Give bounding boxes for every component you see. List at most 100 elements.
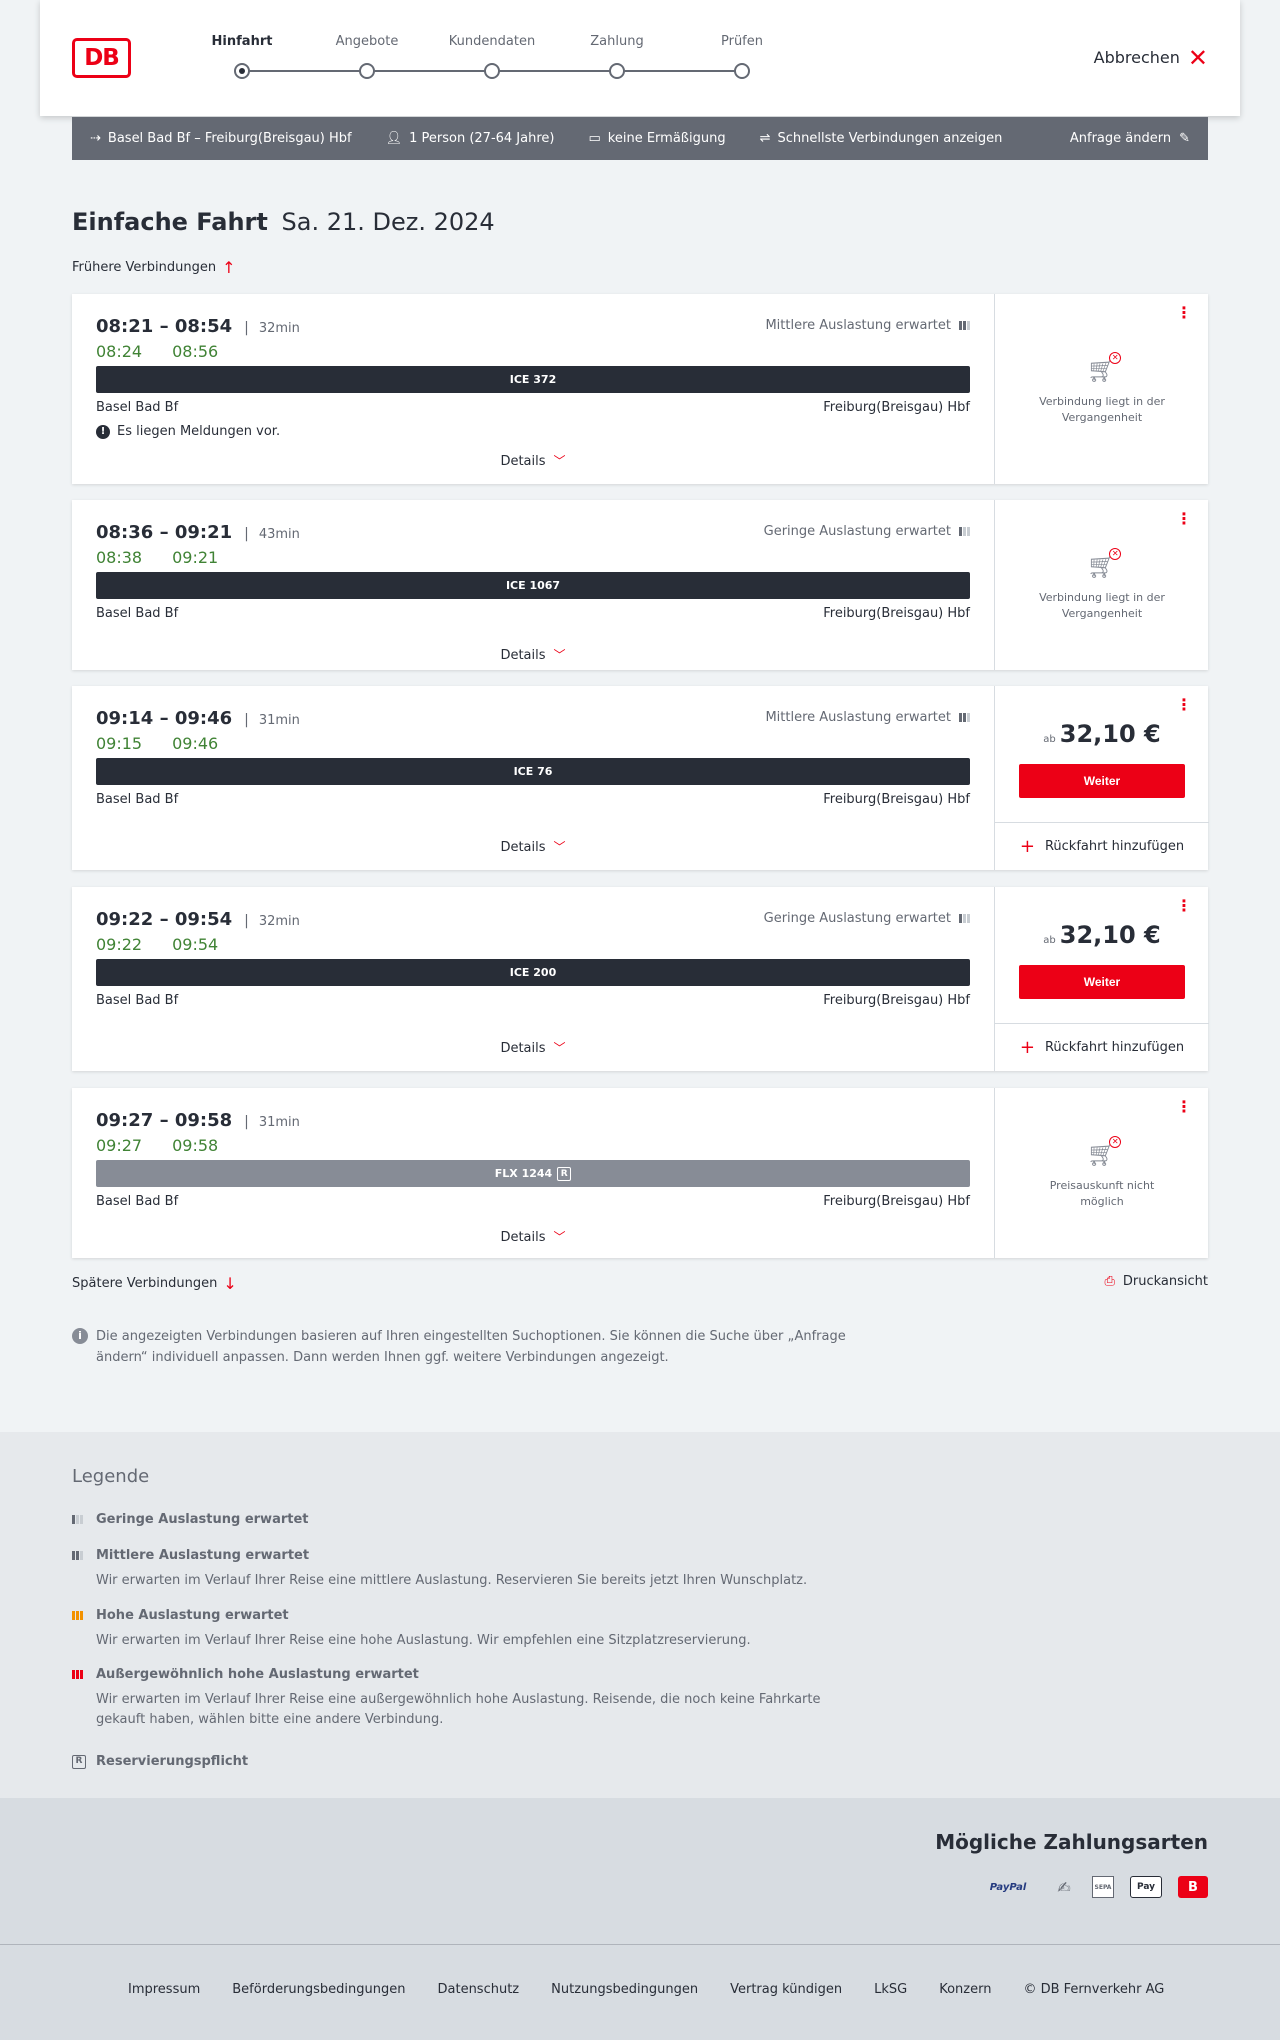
planned-times: 09:27 – 09:58 [96, 1110, 233, 1131]
db-bonus-pay-icon: B [1178, 1876, 1208, 1898]
later-connections-link[interactable]: Spätere Verbindungen ↓ [72, 1274, 237, 1293]
footer-link-vertrag-kuendigen[interactable]: Vertrag kündigen [730, 1982, 842, 1997]
sliders-icon: ⇌ [759, 131, 771, 146]
train-bar[interactable]: ICE 1067 [96, 572, 970, 599]
legend-item-title: Mittlere Auslastung erwartet [96, 1548, 310, 1563]
page-title: Einfache Fahrt Sa. 21. Dez. 2024 [72, 208, 495, 236]
details-label: Details [500, 1230, 546, 1245]
db-logo[interactable]: DB [72, 38, 131, 78]
more-options-icon[interactable]: ⋮ [1176, 511, 1192, 527]
train-bar[interactable]: ICE 76 [96, 758, 970, 785]
separator: | [244, 1114, 249, 1130]
add-return-button[interactable]: + Rückfahrt hinzufügen [995, 1023, 1209, 1071]
arrival-station: Freiburg(Breisgau) Hbf [823, 606, 970, 621]
legend-item-desc: Wir erwarten im Verlauf Ihrer Reise eine… [96, 1633, 751, 1648]
chevron-down-icon: ﹀ [553, 1041, 566, 1055]
offer-panel: ⋮ 🛒︎ ✕ Verbindung liegt in der Vergangenh… [994, 500, 1208, 670]
details-label: Details [500, 840, 546, 855]
realtime-arrival: 09:21 [172, 548, 219, 567]
train-bar[interactable]: ICE 372 [96, 366, 970, 393]
footer-link-impressum[interactable]: Impressum [128, 1982, 200, 1997]
planned-times: 09:14 – 09:46 [96, 708, 233, 729]
details-toggle[interactable]: Details ﹀ [72, 1039, 994, 1056]
departure-station: Basel Bad Bf [96, 1194, 179, 1209]
cart-unavailable-icon: 🛒︎ ✕ [1087, 548, 1122, 580]
offer-panel: ⋮ 🛒︎ ✕ Verbindung liegt in der Vergangenh… [994, 294, 1208, 484]
query-route-text: Basel Bad Bf – Freiburg(Breisgau) Hbf [107, 131, 352, 146]
train-bar[interactable]: ICE 200 [96, 959, 970, 986]
realtime-times: 09:15 09:46 [96, 734, 218, 753]
details-label: Details [500, 648, 546, 663]
notice-message[interactable]: ! Es liegen Meldungen vor. [96, 424, 280, 439]
query-summary-bar: ⇢ Basel Bad Bf – Freiburg(Breisgau) Hbf … [72, 117, 1208, 160]
exclamation-icon: ! [96, 424, 110, 439]
occupancy-high-icon [72, 1611, 88, 1620]
step-dot-icon [359, 63, 375, 79]
details-toggle[interactable]: Details ﹀ [72, 1228, 994, 1245]
edit-query-button[interactable]: Anfrage ändern ✎ [1070, 131, 1190, 146]
footer-link-datenschutz[interactable]: Datenschutz [438, 1982, 520, 1997]
separator: | [244, 526, 249, 542]
payment-section: Mögliche Zahlungsarten PayPal ✍ SEPA Pay… [0, 1798, 1280, 1944]
duration: 43min [258, 527, 300, 542]
connection-times: 08:21 – 08:54 | 32min [96, 316, 300, 337]
duration: 31min [258, 713, 300, 728]
departure-station: Basel Bad Bf [96, 606, 179, 621]
more-options-icon[interactable]: ⋮ [1176, 898, 1192, 914]
print-view-link[interactable]: ⎙ Druckansicht [1104, 1274, 1208, 1289]
footer-copyright: © DB Fernverkehr AG [1023, 1982, 1165, 1997]
step-zahlung: Zahlung [557, 34, 677, 79]
connection-info: 09:14 – 09:46 | 31min 09:15 09:46 Mittle… [72, 686, 994, 870]
footer: Impressum Beförderungsbedingungen Datens… [0, 1944, 1280, 2040]
step-hinfahrt: Hinfahrt [182, 34, 302, 79]
occupancy-medium-icon [959, 321, 970, 330]
connection-card[interactable]: 08:21 – 08:54 | 32min 08:24 08:56 Mittle… [72, 294, 1208, 484]
details-toggle[interactable]: Details ﹀ [72, 646, 994, 663]
query-discount: ▭ keine Ermäßigung [588, 131, 725, 146]
step-dot-icon [234, 63, 250, 79]
connection-info: 09:27 – 09:58 | 31min 09:27 09:58 FLX 12… [72, 1088, 994, 1258]
separator: | [244, 712, 249, 728]
footer-link-konzern[interactable]: Konzern [939, 1982, 991, 1997]
footer-link-lksg[interactable]: LkSG [874, 1982, 907, 1997]
occupancy-text: Geringe Auslastung erwartet [763, 524, 951, 539]
cancel-button[interactable]: Abbrechen ✕ [1094, 46, 1208, 70]
print-label: Druckansicht [1122, 1274, 1208, 1289]
connection-card[interactable]: 09:14 – 09:46 | 31min 09:15 09:46 Mittle… [72, 686, 1209, 870]
query-route: ⇢ Basel Bad Bf – Freiburg(Breisgau) Hbf [90, 131, 352, 146]
query-persons-text: 1 Person (27-64 Jahre) [409, 131, 555, 146]
details-toggle[interactable]: Details ﹀ [72, 452, 994, 469]
arrival-station: Freiburg(Breisgau) Hbf [823, 792, 970, 807]
step-label: Hinfahrt [211, 34, 273, 49]
continue-button[interactable]: Weiter [1019, 764, 1185, 798]
sepa-icon: SEPA [1092, 1876, 1114, 1898]
train-bar[interactable]: FLX 1244 R [96, 1160, 970, 1187]
connection-card[interactable]: 08:36 – 09:21 | 43min 08:38 09:21 Gering… [72, 500, 1208, 670]
payment-methods: PayPal ✍ SEPA Pay B [980, 1876, 1208, 1898]
footer-link-nutzungsbedingungen[interactable]: Nutzungsbedingungen [551, 1982, 698, 1997]
occupancy-info: Mittlere Auslastung erwartet [765, 710, 970, 725]
continue-button[interactable]: Weiter [1019, 965, 1185, 999]
legend-item-low: Geringe Auslastung erwartet [72, 1512, 972, 1527]
reservation-required-icon: R [72, 1754, 86, 1769]
earlier-connections-link[interactable]: Frühere Verbindungen ↑ [72, 258, 236, 277]
connection-card[interactable]: 09:27 – 09:58 | 31min 09:27 09:58 FLX 12… [72, 1088, 1208, 1258]
duration: 32min [258, 321, 300, 336]
more-options-icon[interactable]: ⋮ [1176, 305, 1192, 321]
occupancy-info: Mittlere Auslastung erwartet [765, 318, 970, 333]
planned-times: 08:36 – 09:21 [96, 522, 233, 543]
realtime-arrival: 09:46 [172, 734, 219, 753]
paypal-icon: PayPal [989, 1881, 1027, 1893]
unavailable-offer: 🛒︎ ✕ Verbindung liegt in der Vergangenhei… [995, 548, 1209, 622]
more-options-icon[interactable]: ⋮ [1176, 697, 1192, 713]
more-options-icon[interactable]: ⋮ [1176, 1099, 1192, 1115]
footer-link-befoerderungsbedingungen[interactable]: Beförderungsbedingungen [232, 1982, 405, 1997]
details-toggle[interactable]: Details ﹀ [72, 838, 994, 855]
add-return-button[interactable]: + Rückfahrt hinzufügen [995, 822, 1209, 870]
trip-type: Einfache Fahrt [72, 208, 268, 236]
legend-item-reservation: R Reservierungspflicht [72, 1754, 972, 1769]
departure-station: Basel Bad Bf [96, 792, 179, 807]
unavailable-text: Verbindung liegt in der Vergangenheit [1039, 591, 1165, 620]
duration: 32min [258, 914, 300, 929]
connection-card[interactable]: 09:22 – 09:54 | 32min 09:22 09:54 Gering… [72, 887, 1209, 1071]
